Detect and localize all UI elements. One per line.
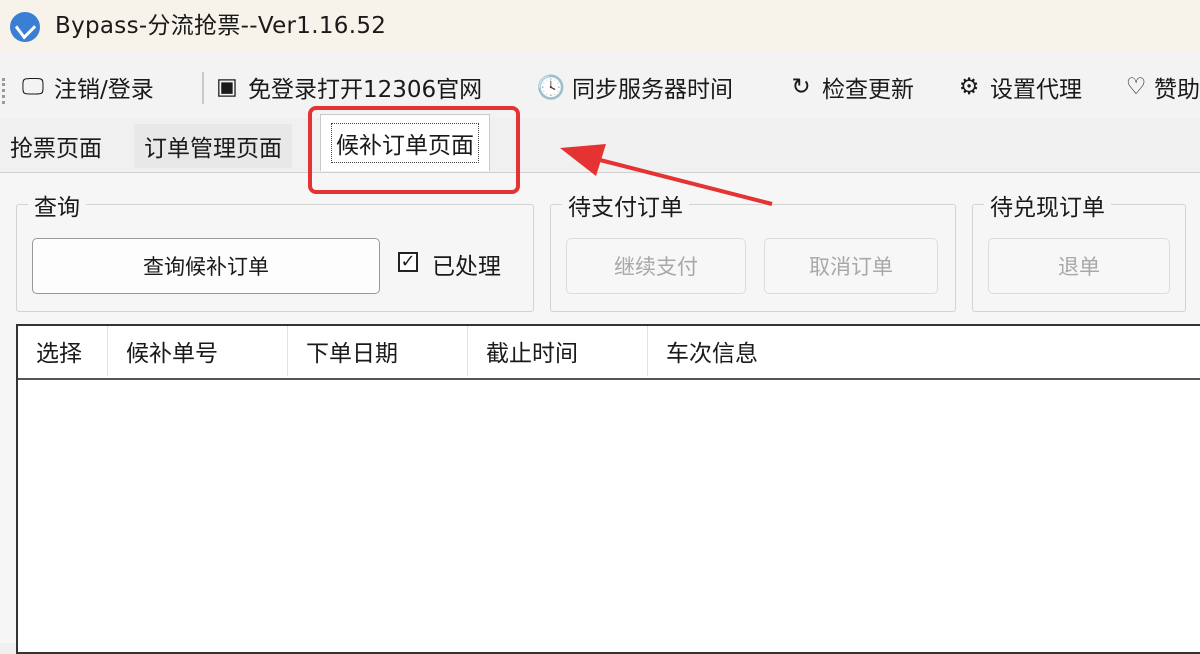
annotation-arrow-icon (560, 144, 773, 206)
